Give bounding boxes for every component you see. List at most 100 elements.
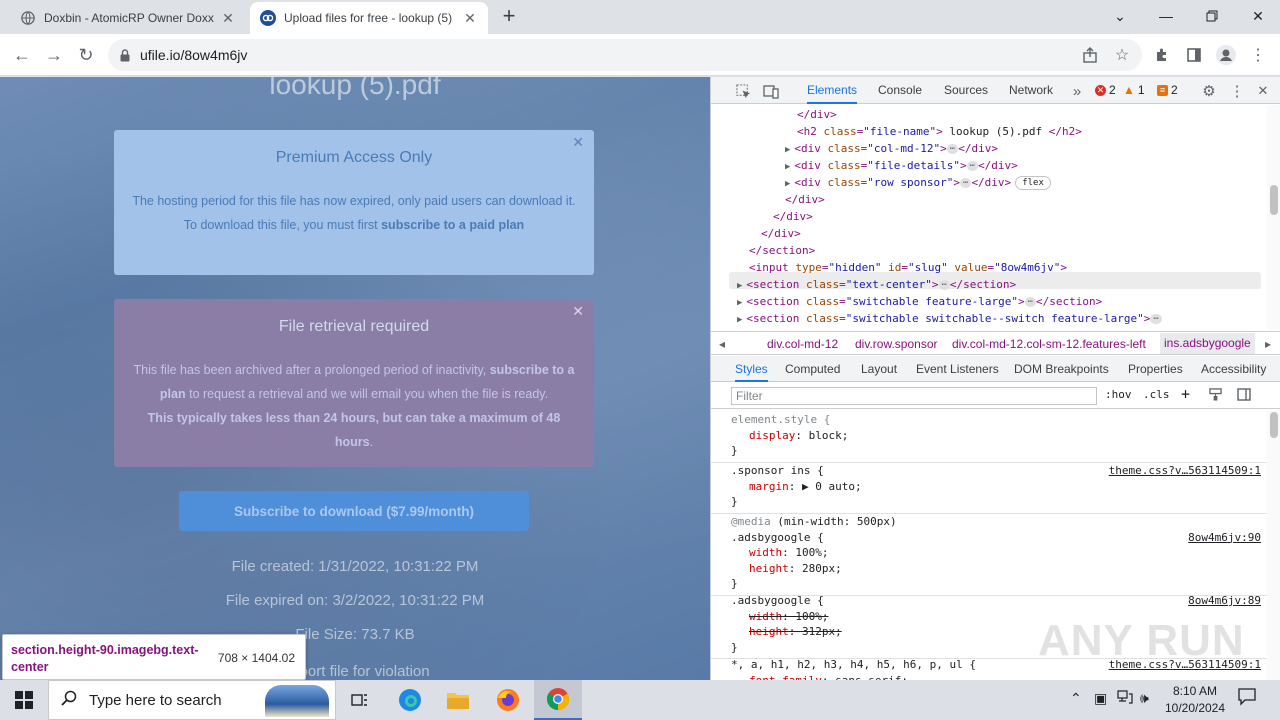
paint-brush-icon[interactable] (1209, 388, 1222, 404)
cls-toggle[interactable]: .cls (1143, 388, 1170, 401)
clock[interactable]: 8:10 AM 10/20/2024 (1160, 683, 1230, 717)
tab-ufile[interactable]: Upload files for free - lookup (5) ✕ (250, 2, 488, 34)
minimize-button[interactable]: — (1152, 4, 1180, 28)
hov-toggle[interactable]: :hov (1105, 388, 1132, 401)
menu-kebab-icon[interactable]: ⋮ (1246, 43, 1270, 67)
file-explorer-icon[interactable] (434, 680, 482, 720)
reload-icon[interactable]: ↻ (74, 43, 98, 67)
file-expired: File expired on: 3/2/2022, 10:31:22 PM (225, 592, 485, 609)
breadcrumb-item[interactable]: div.row.sponsor (855, 337, 937, 351)
bookmark-star-icon[interactable]: ☆ (1110, 43, 1134, 67)
add-rule-icon[interactable]: + (1181, 385, 1190, 403)
tray-chevron-icon[interactable]: ⌃ (1070, 690, 1082, 707)
breadcrumb-scroll-left-icon[interactable]: ◂ (719, 337, 725, 351)
close-icon[interactable]: ✕ (572, 303, 584, 320)
expand-triangle-icon[interactable]: ▶ (737, 298, 742, 308)
warning-count-badge[interactable]: ▲ 1 (1123, 83, 1145, 97)
close-window-button[interactable]: ✕ (1244, 4, 1272, 28)
dom-node-line[interactable]: </div> (797, 106, 837, 123)
expand-triangle-icon[interactable]: ▶ (737, 315, 742, 325)
chrome-icon[interactable] (534, 680, 582, 720)
tab-properties[interactable]: Properties (1128, 356, 1183, 382)
tab-elements[interactable]: Elements (807, 77, 858, 104)
tab-styles[interactable]: Styles (735, 356, 768, 382)
address-bar[interactable]: ufile.io/8ow4m6jv (108, 39, 1142, 71)
expand-triangle-icon[interactable]: ▶ (785, 179, 790, 189)
devtools-menu-icon[interactable]: ⋮ (1227, 81, 1247, 101)
close-devtools-icon[interactable]: ✕ (1253, 81, 1273, 101)
extensions-puzzle-icon[interactable] (1150, 43, 1174, 67)
tab-accessibility[interactable]: Accessibility (1201, 356, 1266, 382)
dom-node-line[interactable]: ▶ <div class="col-md-12"> ⋯ </div> (785, 140, 998, 157)
scrollbar-thumb[interactable] (1270, 185, 1278, 215)
start-button[interactable] (0, 680, 48, 720)
dom-node-line[interactable]: ▶ <section class="text-center"> ⋯ </section… (737, 276, 1016, 293)
tab-doxbin[interactable]: Doxbin - AtomicRP Owner Doxx ✕ (10, 2, 246, 34)
settings-gear-icon[interactable]: ⚙ (1199, 81, 1219, 101)
close-icon[interactable]: ✕ (572, 134, 584, 151)
tab-computed[interactable]: Computed (785, 356, 840, 382)
dom-node-line[interactable]: </div> (773, 208, 813, 225)
error-count-badge[interactable]: ✕ 2 (1095, 83, 1116, 97)
dom-node-line[interactable]: </div> (761, 225, 801, 242)
css-rule[interactable]: @media (min-width: 500px) .adsbygoogle {8… (711, 514, 1267, 596)
tab-search-icon[interactable]: ⌄ (1106, 4, 1134, 28)
dom-node-line[interactable]: ▶ <div class="row sponsor"> ⋯ </div> flex (785, 174, 1051, 191)
expand-triangle-icon[interactable]: ▶ (785, 145, 790, 155)
network-drive-icon[interactable]: ▣ (1094, 690, 1107, 707)
css-rule[interactable]: .sponsor ins {theme.css?v…563114509:1 mar… (711, 463, 1267, 514)
close-icon[interactable]: ✕ (462, 10, 478, 27)
taskbar-search[interactable]: Type here to search (48, 680, 336, 720)
network-icon[interactable] (1117, 690, 1133, 707)
breadcrumb-item[interactable]: div.col-md-12 (767, 337, 838, 351)
dom-node-line[interactable]: ▶ <div class="file-details"> ⋯ </div> (785, 157, 1018, 174)
expand-triangle-icon[interactable]: ▶ (785, 162, 790, 172)
inspect-element-icon[interactable] (733, 81, 753, 101)
dom-node-line[interactable]: ▶ <section class="switchable feature-larg… (737, 293, 1102, 310)
rule-source-link[interactable]: 8ow4m6jv:90 (1188, 530, 1261, 546)
scrollbar-thumb[interactable] (1270, 412, 1278, 438)
firefox-icon[interactable] (484, 680, 532, 720)
close-icon[interactable]: ✕ (220, 10, 236, 27)
element-inspect-tooltip: section.height-90.imagebg.text-center 70… (2, 634, 306, 680)
styles-scrollbar[interactable] (1267, 410, 1280, 680)
forward-arrow-icon[interactable]: → (42, 43, 66, 67)
subscribe-button[interactable]: Subscribe to download ($7.99/month) (179, 491, 529, 531)
issues-icon: ≡ (1157, 84, 1168, 96)
issues-count-badge[interactable]: ≡ 2 (1157, 83, 1178, 97)
side-panel-icon[interactable] (1182, 43, 1206, 67)
device-toggle-icon[interactable] (761, 81, 781, 101)
tab-dom-breakpoints[interactable]: DOM Breakpoints (1014, 356, 1109, 382)
new-tab-button[interactable]: + (498, 5, 520, 28)
back-arrow-icon[interactable]: ← (10, 43, 34, 67)
share-icon[interactable] (1078, 43, 1102, 67)
rule-source-link[interactable]: 8ow4m6jv:89 (1188, 593, 1261, 609)
dom-node-line[interactable]: <h2 class="file-name"> lookup (5).pdf </… (797, 123, 1082, 140)
more-tabs-chevron-icon[interactable]: » (1067, 81, 1087, 101)
breadcrumb-item-current[interactable]: ins.adsbygoogle (1160, 333, 1255, 354)
restore-button[interactable] (1198, 4, 1226, 28)
dom-node-line[interactable]: <input type="hidden" id="slug" value="8o… (749, 259, 1067, 276)
tab-network[interactable]: Network (1009, 77, 1053, 104)
profile-avatar-icon[interactable] (1214, 43, 1238, 67)
toggle-sidebar-icon[interactable] (1237, 388, 1251, 404)
dom-node-line[interactable]: </div> (785, 191, 825, 208)
dom-node-line[interactable]: </section> (749, 242, 815, 259)
edge-browser-icon[interactable] (386, 680, 434, 720)
breadcrumb-scroll-right-icon[interactable]: ▸ (1265, 337, 1271, 351)
css-rule[interactable]: element.style {display: block;} (711, 412, 1267, 463)
subscribe-link[interactable]: subscribe to a paid plan (381, 218, 524, 232)
tab-layout[interactable]: Layout (861, 356, 897, 382)
dom-tree-scrollbar[interactable] (1267, 105, 1280, 330)
task-view-icon[interactable] (336, 680, 384, 720)
volume-icon[interactable]: 🕪 (1140, 690, 1149, 707)
breadcrumb-item[interactable]: div.col-md-12.col-sm-12.features-left (952, 337, 1146, 351)
expand-triangle-icon[interactable]: ▶ (737, 281, 742, 291)
tab-sources[interactable]: Sources (944, 77, 988, 104)
tab-console[interactable]: Console (878, 77, 922, 104)
tab-event-listeners[interactable]: Event Listeners (916, 356, 999, 382)
rule-source-link[interactable]: theme.css?v…563114509:1 (1109, 463, 1261, 479)
dom-node-line[interactable]: ▶ <section class="switchable switchable--… (737, 310, 1162, 327)
styles-filter-input[interactable]: Filter (731, 387, 1097, 405)
notifications-icon[interactable] (1238, 688, 1256, 709)
